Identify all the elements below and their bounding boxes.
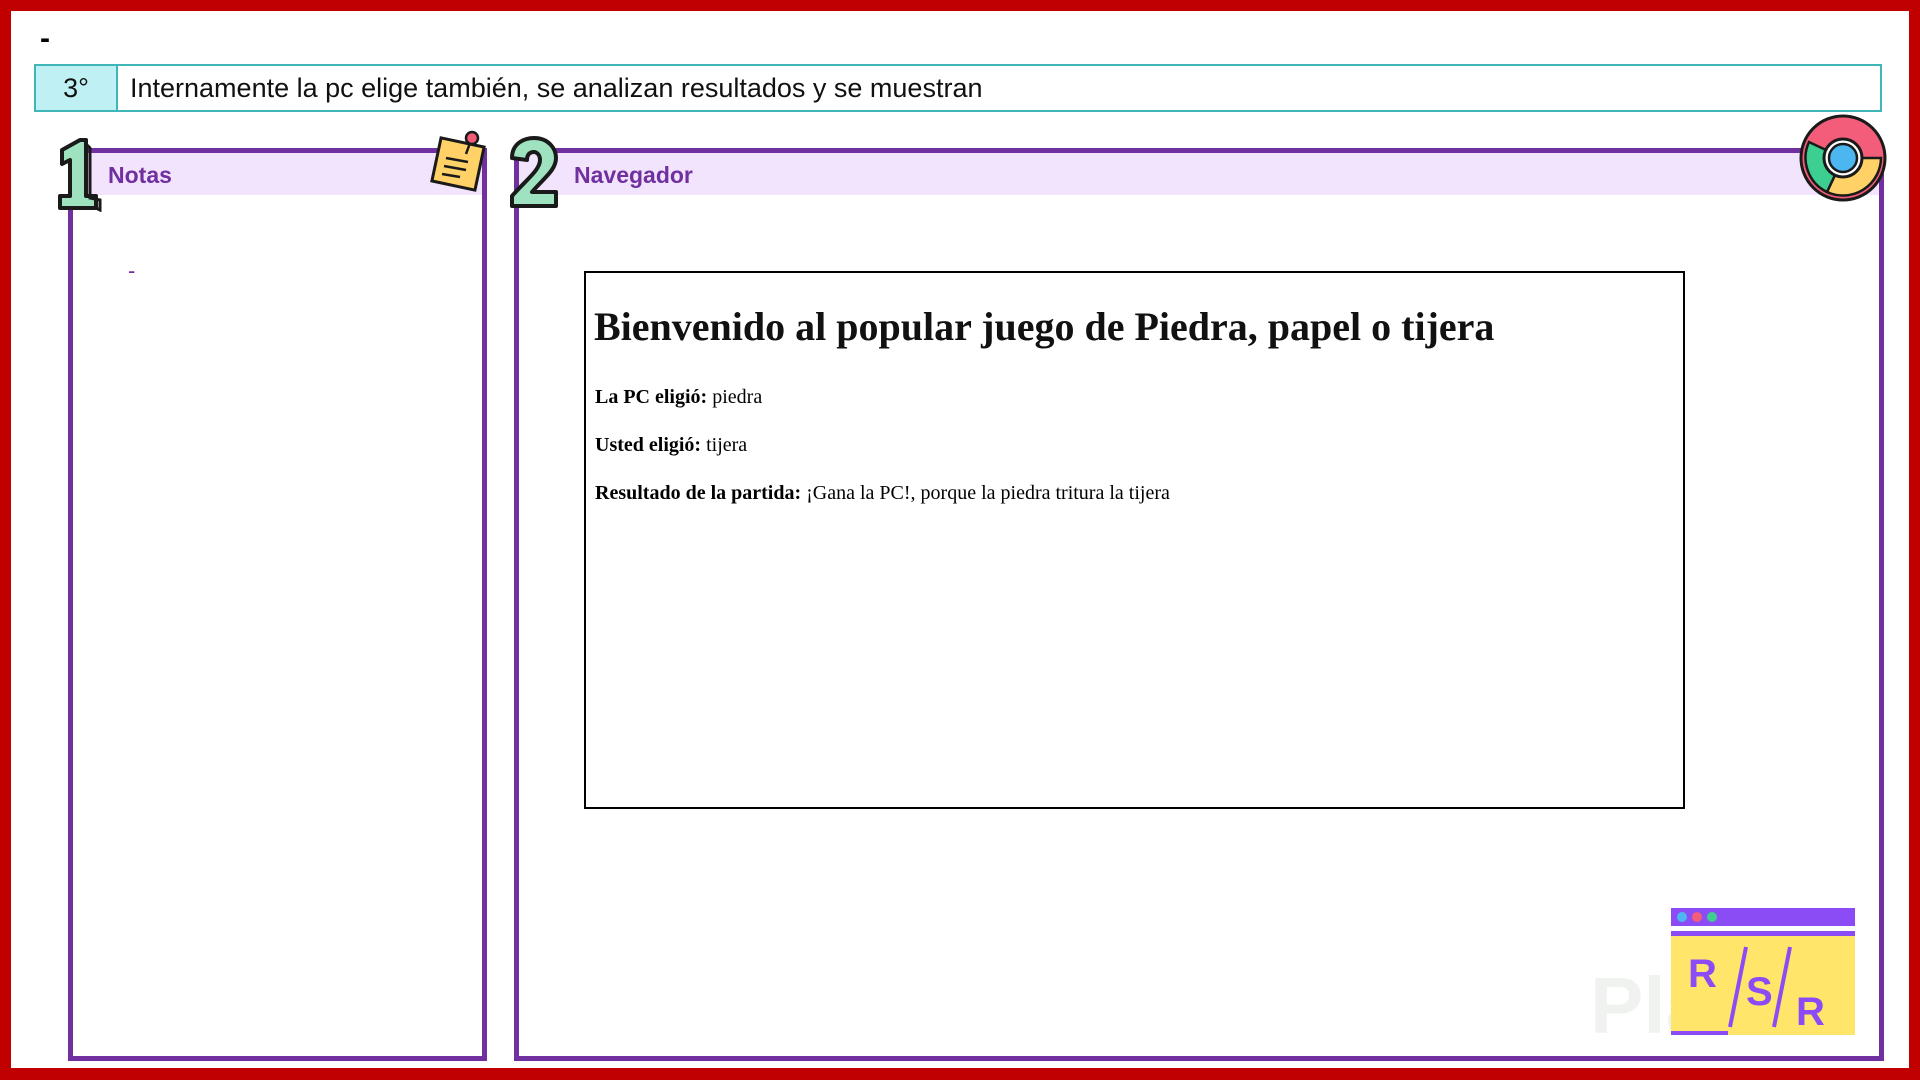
page-heading: Bienvenido al popular juego de Piedra, p… <box>594 304 1495 349</box>
user-choice-value: tijera <box>701 434 748 456</box>
user-choice-line: Usted eligió: tijera <box>595 434 747 457</box>
rsr-logo-icon: R S R <box>1671 908 1855 1035</box>
step-bar: 3° Internamente la pc elige también, se … <box>34 64 1882 112</box>
result-label: Resultado de la partida: <box>595 482 802 504</box>
logo-letter-s: S <box>1746 970 1773 1014</box>
notes-content: - <box>128 258 136 283</box>
notes-panel-title: Notas <box>108 162 172 188</box>
notes-panel: Notas <box>68 148 487 1061</box>
logo-letter-r2: R <box>1796 990 1825 1034</box>
logo-letter-r1: R <box>1688 952 1717 996</box>
chrome-icon <box>1799 114 1887 202</box>
browser-panel-header <box>519 153 1879 195</box>
step-number: 3° <box>36 66 118 110</box>
top-marker: - <box>40 22 50 55</box>
pc-choice-label: La PC eligió: <box>595 386 708 408</box>
result-value: ¡Gana la PC!, porque la piedra tritura l… <box>801 482 1170 504</box>
pc-choice-line: La PC eligió: piedra <box>595 386 762 409</box>
pc-choice-value: piedra <box>707 386 763 408</box>
number-1-icon <box>58 138 102 212</box>
result-line: Resultado de la partida: ¡Gana la PC!, p… <box>595 482 1170 505</box>
step-description: Internamente la pc elige también, se ana… <box>130 72 983 103</box>
browser-page: Bienvenido al popular juego de Piedra, p… <box>584 271 1685 809</box>
browser-panel-title: Navegador <box>574 162 693 188</box>
sticky-note-icon <box>430 130 486 192</box>
user-choice-label: Usted eligió: <box>595 434 702 456</box>
number-2-icon <box>510 136 558 208</box>
